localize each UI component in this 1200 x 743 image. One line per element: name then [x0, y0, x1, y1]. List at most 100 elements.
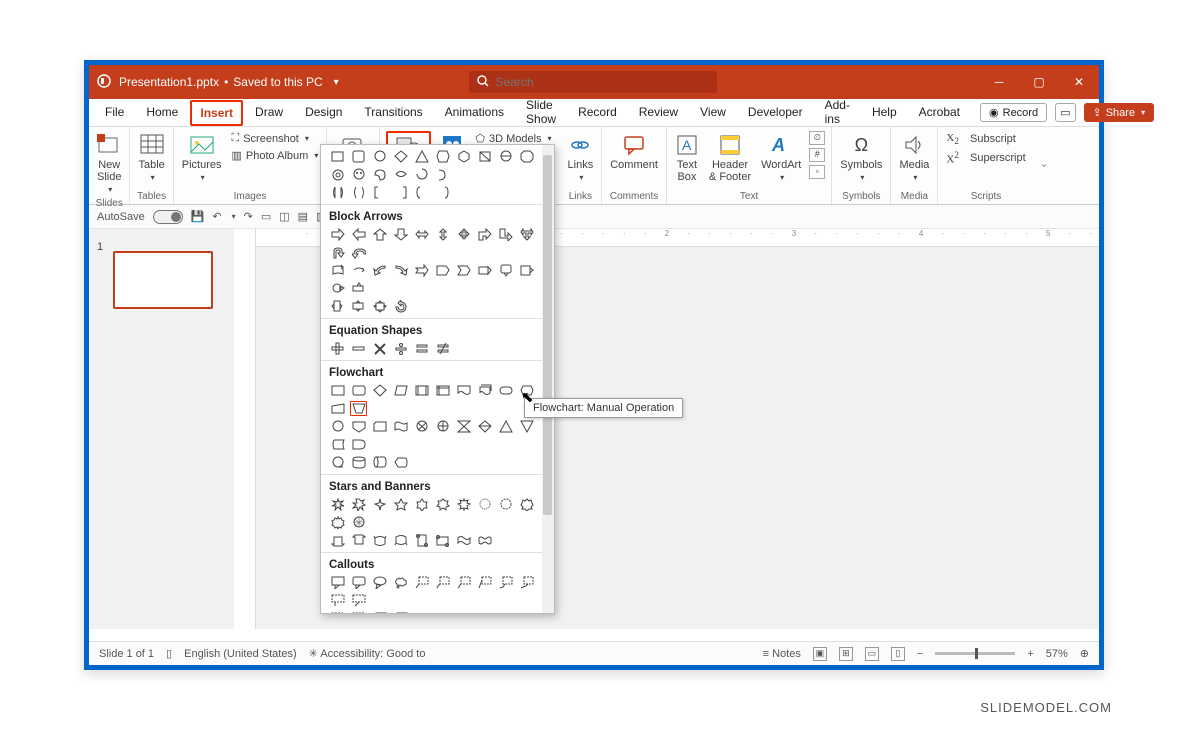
shape-item[interactable]	[413, 149, 430, 164]
shape-wave[interactable]	[455, 533, 472, 548]
zoom-slider[interactable]	[935, 652, 1015, 655]
shape-item[interactable]	[413, 185, 430, 200]
shape-plus[interactable]	[329, 341, 346, 356]
collapse-ribbon-icon[interactable]: ⌄	[1034, 127, 1055, 204]
shape-item[interactable]	[413, 167, 430, 182]
shape-item[interactable]	[392, 167, 409, 182]
slide-indicator[interactable]: Slide 1 of 1	[99, 648, 154, 660]
shape-minus[interactable]	[350, 341, 367, 356]
shape-item[interactable]	[329, 593, 346, 608]
autosave-toggle[interactable]	[153, 210, 183, 224]
shape-7point-star[interactable]	[434, 497, 451, 512]
shape-data[interactable]	[392, 383, 409, 398]
title-dropdown-icon[interactable]: ▾	[334, 77, 339, 88]
shape-item[interactable]	[329, 515, 346, 530]
shape-item[interactable]	[392, 299, 409, 314]
zoom-in-button[interactable]: +	[1027, 648, 1033, 660]
maximize-button[interactable]: ▢	[1019, 65, 1059, 99]
shape-item[interactable]	[392, 149, 409, 164]
shape-multiply[interactable]	[371, 341, 388, 356]
shape-6point-star[interactable]	[413, 497, 430, 512]
shape-sequential-storage[interactable]	[329, 455, 346, 470]
tab-acrobat[interactable]: Acrobat	[909, 99, 970, 127]
media-button[interactable]: Media▾	[897, 131, 931, 184]
slide-number-icon[interactable]: #	[809, 148, 825, 162]
shape-item[interactable]	[329, 149, 346, 164]
shape-delay[interactable]	[350, 437, 367, 452]
redo-icon[interactable]: ↷	[244, 210, 253, 223]
shape-summing-junction[interactable]	[413, 419, 430, 434]
shape-item[interactable]	[518, 227, 535, 242]
shape-manual-input[interactable]	[329, 401, 346, 416]
photo-album-button[interactable]: ▥Photo Album▾	[230, 148, 321, 163]
tab-transitions[interactable]: Transitions	[354, 99, 432, 127]
shape-item[interactable]	[455, 149, 472, 164]
shape-quad-arrow[interactable]	[455, 227, 472, 242]
shape-internal-storage[interactable]	[434, 383, 451, 398]
fit-to-window-icon[interactable]: ⊕	[1080, 647, 1089, 660]
shape-item[interactable]	[371, 167, 388, 182]
shape-explosion1[interactable]	[329, 497, 346, 512]
shape-left-arrow[interactable]	[350, 227, 367, 242]
shape-item[interactable]	[518, 575, 535, 590]
screenshot-button[interactable]: ⛶Screenshot▾	[230, 131, 321, 146]
slide-sorter-icon[interactable]: ⊞	[839, 647, 853, 661]
present-button[interactable]: ▭	[1055, 103, 1075, 122]
shape-item[interactable]	[413, 263, 430, 278]
zoom-level[interactable]: 57%	[1046, 648, 1068, 660]
shape-or[interactable]	[434, 419, 451, 434]
shape-offpage-connector[interactable]	[350, 419, 367, 434]
shape-callout-rect[interactable]	[329, 575, 346, 590]
shape-ribbon-up[interactable]	[350, 533, 367, 548]
shape-extract[interactable]	[497, 419, 514, 434]
shape-item[interactable]	[350, 245, 367, 260]
shape-callout-oval[interactable]	[371, 575, 388, 590]
thumbnail-pane[interactable]: 1	[89, 229, 234, 629]
tab-help[interactable]: Help	[862, 99, 907, 127]
shape-item[interactable]	[371, 149, 388, 164]
shape-item[interactable]	[329, 263, 346, 278]
shape-curved-ribbon2[interactable]	[392, 533, 409, 548]
shape-document[interactable]	[455, 383, 472, 398]
shape-callout-line3[interactable]	[455, 575, 472, 590]
shape-updown-arrow[interactable]	[434, 227, 451, 242]
shape-item[interactable]	[518, 149, 535, 164]
comment-button[interactable]: Comment	[608, 131, 660, 173]
save-icon[interactable]: 💾	[191, 210, 205, 223]
tab-home[interactable]: Home	[136, 99, 188, 127]
search-input[interactable]	[495, 75, 709, 89]
reading-view-icon[interactable]: ▭	[865, 647, 879, 661]
shape-item[interactable]	[350, 281, 367, 296]
shape-pentagon-arrow[interactable]	[434, 263, 451, 278]
symbols-button[interactable]: Ω Symbols▾	[838, 131, 884, 184]
shape-item[interactable]	[476, 149, 493, 164]
shape-card[interactable]	[371, 419, 388, 434]
shape-item[interactable]	[518, 263, 535, 278]
shape-4point-star[interactable]	[371, 497, 388, 512]
shape-not-equal[interactable]	[434, 341, 451, 356]
header-footer-button[interactable]: Header & Footer	[707, 131, 753, 185]
tab-file[interactable]: File	[95, 99, 134, 127]
shape-item[interactable]	[371, 185, 388, 200]
shape-multidocument[interactable]	[476, 383, 493, 398]
superscript-button[interactable]: X2 Superscript	[944, 149, 1027, 167]
shape-item[interactable]	[371, 299, 388, 314]
shape-divide[interactable]	[392, 341, 409, 356]
share-button[interactable]: ⇪ Share ▾	[1084, 103, 1155, 122]
shape-item[interactable]	[497, 263, 514, 278]
shape-terminator[interactable]	[497, 383, 514, 398]
slideshow-view-icon[interactable]: ▯	[891, 647, 905, 661]
shape-item[interactable]	[434, 185, 451, 200]
shape-item[interactable]	[329, 281, 346, 296]
tab-animations[interactable]: Animations	[435, 99, 514, 127]
shape-callout-cloud[interactable]	[392, 575, 409, 590]
shape-item[interactable]	[434, 149, 451, 164]
shape-punched-tape[interactable]	[392, 419, 409, 434]
pictures-button[interactable]: Pictures▾	[180, 131, 224, 184]
shape-item[interactable]	[329, 167, 346, 182]
accessibility-indicator[interactable]: ✳ Accessibility: Good to	[309, 647, 426, 660]
shape-item[interactable]	[476, 263, 493, 278]
shape-item[interactable]	[371, 263, 388, 278]
shape-process[interactable]	[329, 383, 346, 398]
new-slide-button[interactable]: New Slide▾	[95, 131, 123, 196]
